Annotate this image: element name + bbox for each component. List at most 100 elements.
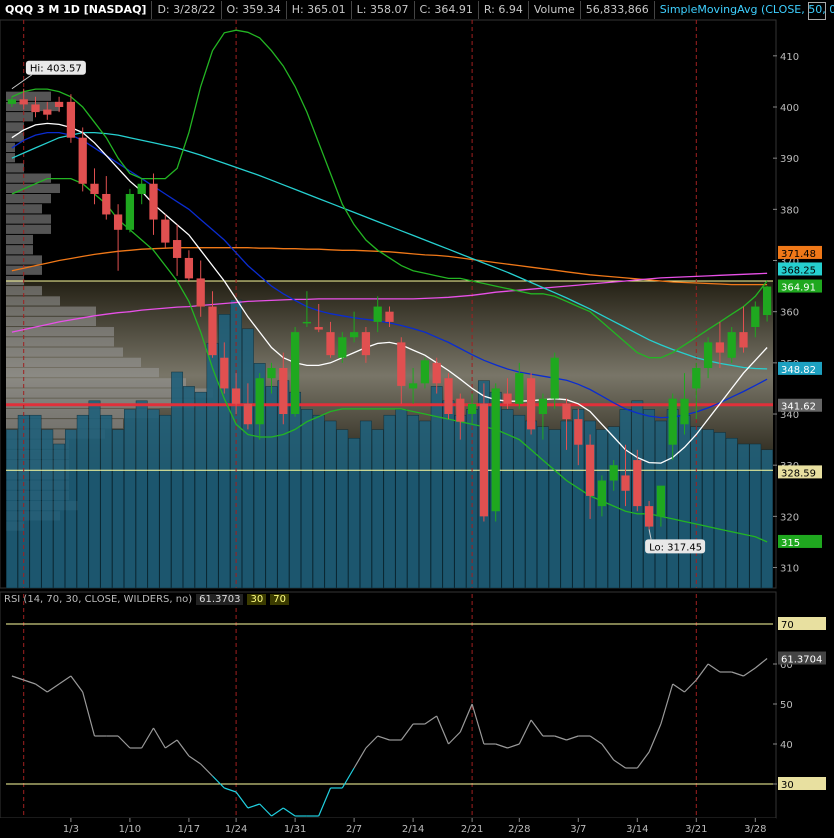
volume-bar (643, 409, 656, 589)
volume-bar (348, 437, 361, 589)
candle-body (231, 388, 241, 404)
volume-profile-bar (6, 398, 195, 408)
volume-bar (112, 429, 125, 589)
candle-body (290, 332, 300, 415)
volume-bar (88, 400, 101, 589)
volume-profile-bar (6, 245, 33, 255)
candle-body (550, 357, 559, 399)
candle-body (172, 240, 182, 258)
rsi-low-level: 30 (247, 594, 267, 605)
candle-body (585, 444, 595, 496)
candle-body (113, 214, 123, 230)
chart-window: 410400390380370360350340330320310371.483… (0, 0, 834, 838)
volume-profile-bar (6, 132, 24, 142)
chart-canvas[interactable]: 410400390380370360350340330320310371.483… (0, 0, 834, 838)
time-tick-label: 3/14 (626, 824, 648, 835)
open-readout: O: 359.34 (222, 1, 287, 19)
volume-profile-bar (6, 122, 24, 132)
candle-body (609, 465, 618, 481)
candle-body (220, 357, 229, 389)
volume-profile-bar (6, 234, 33, 245)
price-tick-label: 410 (780, 52, 799, 63)
volume-bar (300, 409, 313, 589)
candle-body (633, 460, 642, 507)
volume-bar (749, 443, 762, 589)
volume-bar (359, 420, 372, 589)
candle-body (314, 327, 323, 330)
time-tick-label: 2/7 (346, 824, 362, 835)
price-tick-label: 380 (780, 205, 799, 216)
time-tick-label: 2/28 (508, 824, 530, 835)
candle-body (491, 388, 500, 512)
close-readout: C: 364.91 (415, 1, 479, 19)
candle-body (385, 311, 394, 322)
volume-profile-bar (6, 193, 51, 204)
chart-header: QQQ 3 M 1D [NASDAQ] D: 3/28/22 O: 359.34… (0, 0, 834, 20)
candle-body (668, 398, 677, 445)
volume-bar (702, 429, 715, 589)
candle-body (727, 332, 736, 358)
candle-body (78, 137, 87, 184)
volume-bar (383, 414, 396, 589)
volume-bar (29, 414, 42, 589)
price-axis: 410400390380370360350340330320310 (773, 52, 799, 575)
volume-bar (678, 414, 691, 589)
volume-bar (312, 414, 325, 589)
candle-body (703, 342, 713, 368)
candle-body (644, 506, 654, 527)
price-label-text: 315 (781, 538, 800, 549)
time-tick-label: 1/17 (178, 824, 200, 835)
price-tick-label: 320 (780, 512, 799, 523)
candle-body (125, 193, 135, 230)
candle-body (597, 480, 607, 507)
candle-body (526, 378, 536, 430)
candle-body (408, 383, 418, 389)
time-tick-label: 1/10 (119, 824, 141, 835)
volume-bar (418, 420, 431, 589)
price-tick-label: 390 (780, 154, 799, 165)
rsi-tick-label: 50 (780, 700, 793, 711)
volume-bar (182, 386, 195, 589)
volume-bar (513, 414, 526, 589)
extreme-annotation-text: Hi: 403.57 (30, 64, 82, 75)
candle-body (267, 367, 276, 379)
volume-profile-bar (6, 296, 60, 306)
volume-bar (737, 443, 750, 589)
time-tick-label: 3/28 (744, 824, 766, 835)
candle-body (66, 101, 76, 138)
rsi-label-text: 30 (781, 780, 794, 791)
candle-body (680, 398, 689, 425)
volume-profile-bar (6, 367, 159, 378)
candle-body (149, 183, 158, 220)
symbol-label[interactable]: QQQ 3 M 1D [NASDAQ] (0, 1, 153, 19)
volume-profile-bar (6, 163, 24, 173)
volume-bar (289, 391, 302, 589)
candle-body (208, 306, 217, 356)
candle-body (184, 257, 194, 279)
volume-bar (407, 414, 420, 589)
rsi-header: RSI (14, 70, 30, CLOSE, WILDERS, no) 61.… (4, 594, 289, 605)
candle-body (656, 485, 666, 517)
candle-body (621, 475, 630, 491)
candle-body (43, 109, 52, 115)
candle-body (279, 367, 288, 415)
rsi-label-text: 70 (781, 620, 794, 631)
price-tick-label: 310 (780, 564, 799, 575)
date-readout: D: 3/28/22 (152, 1, 222, 19)
volume-bar (442, 400, 455, 589)
candle-body (444, 378, 453, 415)
candle-body (538, 398, 548, 415)
volume-label: Volume (529, 1, 581, 19)
volume-bar (371, 429, 384, 589)
candle-body (562, 403, 571, 420)
candle-body (31, 104, 40, 113)
price-label-text: 371.48 (781, 249, 816, 260)
volume-bar (147, 409, 160, 589)
candle-body (739, 332, 748, 348)
expand-icon[interactable] (808, 2, 826, 20)
volume-bar (123, 409, 136, 589)
volume-bar (324, 420, 337, 589)
rsi-study-label[interactable]: RSI (14, 70, 30, CLOSE, WILDERS, no) (4, 594, 192, 605)
candle-body (243, 403, 253, 425)
volume-bar (41, 429, 54, 589)
